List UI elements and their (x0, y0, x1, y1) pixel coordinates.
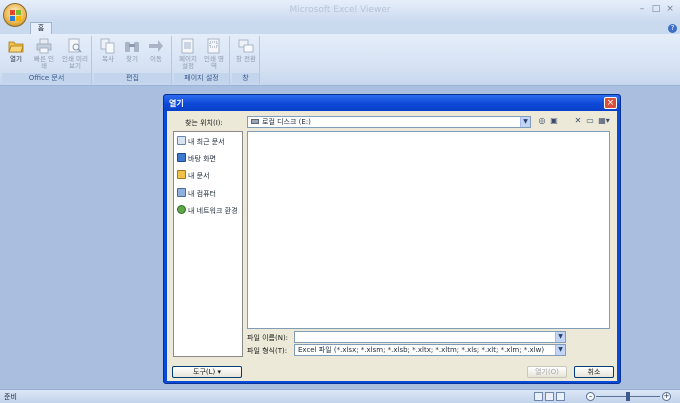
chevron-down-icon: ▼ (520, 117, 530, 127)
goto-button[interactable]: 이동 (144, 38, 168, 63)
normal-view-button[interactable] (534, 392, 543, 401)
network-places-icon (177, 205, 186, 214)
place-network[interactable]: 내 네트워크 환경 (177, 205, 243, 217)
print-preview-button[interactable]: 인쇄 미리 보기 (60, 38, 90, 70)
chevron-down-icon: ▼ (555, 332, 565, 342)
tools-label: 도구(L) (193, 368, 216, 376)
views-menu-icon[interactable]: ▦▾ (597, 116, 611, 126)
group-label-page-setup: 페이지 설정 (174, 73, 229, 83)
file-list[interactable] (247, 131, 610, 329)
page-setup-button[interactable]: 페이지 설정 (176, 38, 200, 70)
print-preview-label: 인쇄 미리 보기 (62, 55, 88, 70)
office-logo-icon (10, 10, 21, 21)
ribbon-group-office-docs: 열기 빠른 인쇄 인쇄 미리 보기 Office 문서 (2, 36, 92, 84)
place-my-computer[interactable]: 내 컴퓨터 (177, 188, 243, 200)
printer-icon (36, 38, 52, 54)
title-bar: Microsoft Excel Viewer – □ × (0, 0, 680, 22)
ribbon-group-edit: 복사 찾기 이동 편집 (94, 36, 172, 84)
open-button[interactable]: 열기 (4, 38, 28, 63)
desktop-icon (177, 153, 186, 162)
file-type-label: 파일 형식(T): (247, 347, 288, 355)
dialog-body: 찾는 위치(I): 로컬 디스크 (E:) ▼ ◎ ▣ ✕ ▭ ▦▾ 내 최근 … (167, 111, 617, 381)
close-window-button[interactable]: × (664, 4, 676, 14)
look-in-combo[interactable]: 로컬 디스크 (E:) ▼ (247, 116, 531, 128)
goto-label: 이동 (150, 55, 162, 63)
ribbon-group-window: 창 전환 창 (232, 36, 260, 84)
status-text: 준비 (4, 393, 17, 401)
open-folder-icon (8, 41, 24, 53)
page-setup-icon (181, 38, 194, 54)
group-label-edit: 편집 (94, 73, 171, 83)
chevron-down-icon: ▼ (555, 345, 565, 355)
switch-windows-label: 창 전환 (235, 55, 256, 63)
office-button[interactable] (3, 3, 27, 27)
tab-home[interactable]: 홈 (30, 22, 52, 34)
place-label: 내 네트워크 환경 (188, 207, 238, 215)
zoom-slider-thumb[interactable] (626, 392, 630, 401)
open-dialog: 열기 × 찾는 위치(I): 로컬 디스크 (E:) ▼ ◎ ▣ ✕ ▭ ▦▾ … (163, 94, 621, 384)
print-area-label: 인쇄 영역 (203, 55, 224, 70)
place-label: 내 최근 문서 (188, 138, 225, 146)
open-label: 열기 (10, 55, 22, 63)
ribbon: 열기 빠른 인쇄 인쇄 미리 보기 Office 문서 복사 찾기 이동 편집 … (0, 34, 680, 86)
group-label-window: 창 (232, 73, 259, 83)
file-name-input[interactable]: ▼ (294, 331, 566, 343)
find-button[interactable]: 찾기 (120, 38, 144, 63)
arrow-right-icon (149, 40, 163, 52)
look-in-label: 찾는 위치(I): (185, 119, 223, 127)
open-file-button[interactable]: 열기(O) (527, 366, 567, 378)
print-area-icon (207, 38, 220, 54)
copy-button[interactable]: 복사 (96, 38, 120, 63)
help-icon[interactable]: ? (668, 24, 677, 33)
my-documents-icon (177, 170, 186, 179)
back-icon[interactable]: ◎ (537, 116, 547, 126)
switch-windows-button[interactable]: 창 전환 (234, 38, 258, 63)
group-label-office-docs: Office 문서 (2, 73, 91, 83)
place-desktop[interactable]: 바탕 화면 (177, 153, 243, 165)
cancel-button[interactable]: 취소 (574, 366, 614, 378)
look-in-value: 로컬 디스크 (E:) (262, 118, 311, 126)
dialog-close-button[interactable]: × (604, 97, 617, 109)
my-computer-icon (177, 188, 186, 197)
find-label: 찾기 (126, 55, 138, 63)
place-label: 내 문서 (188, 172, 210, 180)
dialog-title-bar: 열기 × (164, 95, 620, 111)
recent-docs-icon (177, 136, 186, 145)
place-label: 내 컴퓨터 (188, 190, 216, 198)
new-folder-icon[interactable]: ▭ (585, 116, 595, 126)
tools-button[interactable]: 도구(L) ▾ (172, 366, 242, 378)
ribbon-group-page-setup: 페이지 설정 인쇄 영역 페이지 설정 (174, 36, 230, 84)
copy-label: 복사 (102, 55, 114, 63)
drive-icon (251, 119, 259, 124)
place-my-documents[interactable]: 내 문서 (177, 170, 243, 182)
file-type-select[interactable]: Excel 파일 (*.xlsx; *.xlsm; *.xlsb; *.xltx… (294, 344, 566, 356)
up-folder-icon[interactable]: ▣ (549, 116, 559, 126)
quick-print-button[interactable]: 빠른 인쇄 (32, 38, 56, 70)
print-preview-icon (68, 38, 82, 53)
quick-print-label: 빠른 인쇄 (33, 55, 54, 70)
zoom-in-button[interactable]: + (662, 392, 671, 401)
dialog-title: 열기 (169, 99, 184, 108)
copy-icon (100, 38, 115, 54)
status-bar: 준비 – + (0, 389, 680, 403)
minimize-button[interactable]: – (636, 4, 648, 14)
delete-icon[interactable]: ✕ (573, 116, 583, 126)
page-break-view-button[interactable] (556, 392, 565, 401)
ribbon-tab-strip: 홈 ? (0, 22, 680, 34)
zoom-out-button[interactable]: – (586, 392, 595, 401)
window-title: Microsoft Excel Viewer (289, 5, 391, 15)
place-recent-docs[interactable]: 내 최근 문서 (177, 136, 243, 148)
file-type-value: Excel 파일 (*.xlsx; *.xlsm; *.xlsb; *.xltx… (298, 346, 545, 354)
page-setup-label: 페이지 설정 (179, 55, 197, 70)
switch-windows-icon (238, 39, 254, 53)
print-area-button[interactable]: 인쇄 영역 (202, 38, 226, 70)
restore-button[interactable]: □ (650, 4, 662, 14)
places-bar: 내 최근 문서 바탕 화면 내 문서 내 컴퓨터 내 네트워크 환경 (173, 131, 243, 357)
page-layout-view-button[interactable] (545, 392, 554, 401)
file-name-label: 파일 이름(N): (247, 334, 289, 342)
place-label: 바탕 화면 (188, 155, 216, 163)
binoculars-icon (125, 42, 139, 52)
